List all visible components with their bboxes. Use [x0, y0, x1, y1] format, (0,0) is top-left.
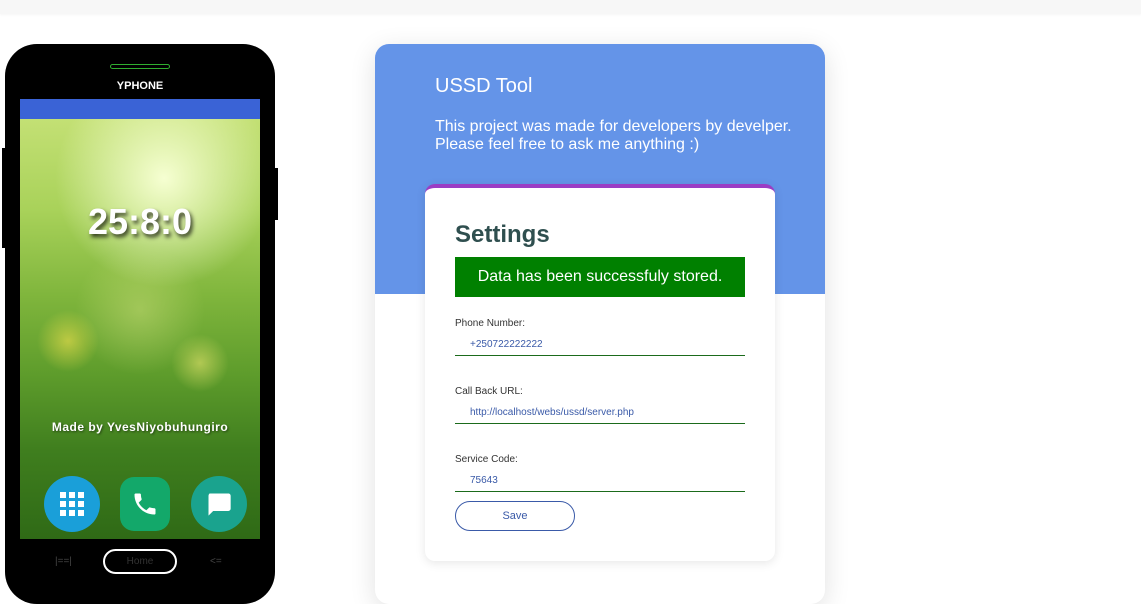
phone-brand: YPHONE: [116, 80, 164, 92]
app-title: USSD Tool: [435, 75, 533, 97]
phone-side-button-right: [274, 168, 278, 220]
settings-panel: Settings Data has been successfuly store…: [425, 184, 775, 561]
call-button[interactable]: [120, 477, 170, 531]
phone-simulator: YPHONE 25:8:0 Made by YvesNiyobuhungiro: [5, 44, 275, 604]
success-alert: Data has been successfuly stored.: [455, 257, 745, 297]
settings-title: Settings: [455, 221, 550, 248]
phone-screen[interactable]: 25:8:0 Made by YvesNiyobuhungiro: [20, 99, 260, 539]
phone-number-input[interactable]: [455, 334, 745, 356]
app-description: This project was made for developers by …: [435, 118, 792, 153]
messages-button[interactable]: [191, 476, 247, 532]
top-bar: [0, 0, 1141, 14]
nav-recent-button[interactable]: <=: [210, 556, 222, 567]
made-by-text: Made by YvesNiyobuhungiro: [51, 420, 229, 434]
apps-grid-icon: [60, 492, 84, 516]
callback-url-input[interactable]: [455, 402, 745, 424]
phone-status-bar: [20, 99, 260, 119]
nav-home-button[interactable]: Home: [103, 549, 177, 574]
service-code-input[interactable]: [455, 470, 745, 492]
phone-number-label: Phone Number:: [455, 318, 526, 329]
phone-speaker: [110, 64, 170, 69]
phone-clock: 25:8:0: [87, 201, 193, 242]
phone-call-icon: [134, 493, 156, 515]
nav-back-button[interactable]: |==|: [55, 556, 72, 567]
message-bubble-icon: [208, 493, 231, 516]
apps-button[interactable]: [44, 476, 100, 532]
service-code-label: Service Code:: [455, 454, 518, 465]
callback-url-label: Call Back URL:: [455, 386, 523, 397]
save-button[interactable]: Save: [455, 501, 575, 531]
phone-nav-bar: |==| Home <=: [5, 544, 275, 580]
